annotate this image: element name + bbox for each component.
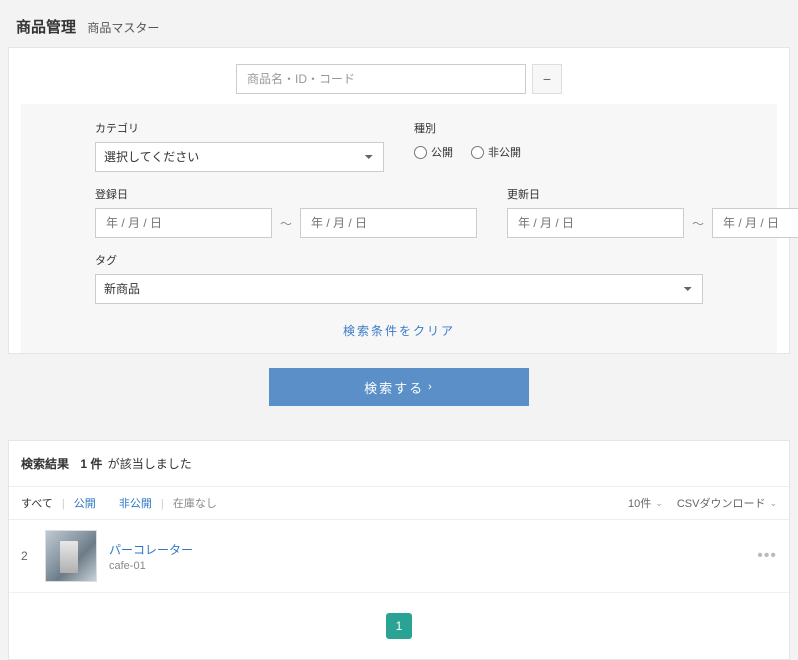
search-button[interactable]: 検索する › [269, 368, 529, 406]
chevron-right-icon: › [428, 381, 434, 393]
results-suffix: が該当しました [108, 457, 192, 471]
reg-date-to[interactable] [300, 208, 477, 238]
tag-select[interactable]: 新商品 [95, 274, 703, 304]
filter-tabs: すべて | 公開 非公開 | 在庫なし [21, 495, 217, 511]
type-public-radio[interactable]: 公開 [414, 144, 453, 160]
more-actions-icon[interactable]: ••• [757, 547, 777, 565]
clear-conditions-link[interactable]: 検索条件をクリア [343, 324, 455, 338]
upd-date-to[interactable] [712, 208, 798, 238]
results-subheader: すべて | 公開 非公開 | 在庫なし 10件 ⌄ CSVダウンロード ⌄ [9, 487, 789, 520]
category-label: カテゴリ [95, 120, 384, 136]
csv-download-dropdown[interactable]: CSVダウンロード ⌄ [677, 495, 777, 511]
page-current[interactable]: 1 [386, 613, 412, 639]
type-label: 種別 [414, 120, 703, 136]
results-header: 検索結果 1 件 が該当しました [9, 441, 789, 487]
minus-icon: − [543, 71, 551, 87]
filter-public[interactable]: 公開 [74, 498, 96, 510]
filter-private[interactable]: 非公開 [119, 498, 152, 510]
advanced-search: カテゴリ 選択してください 種別 公開 非公開 登録日 〜 [21, 104, 777, 353]
per-page-dropdown[interactable]: 10件 ⌄ [628, 495, 663, 511]
date-separator: 〜 [692, 215, 704, 232]
reg-date-label: 登録日 [95, 186, 477, 202]
upd-date-label: 更新日 [507, 186, 798, 202]
chevron-down-icon: ⌄ [769, 498, 777, 509]
filter-nostock[interactable]: 在庫なし [173, 498, 217, 510]
search-top: − [9, 48, 789, 94]
collapse-button[interactable]: − [532, 64, 562, 94]
pagination: 1 [9, 593, 789, 659]
upd-date-from[interactable] [507, 208, 684, 238]
search-input[interactable] [236, 64, 526, 94]
filter-all[interactable]: すべて [21, 498, 53, 510]
page-header: 商品管理 商品マスター [0, 0, 798, 47]
tag-label: タグ [95, 252, 703, 268]
item-code: cafe-01 [109, 560, 193, 572]
page-subtitle: 商品マスター [87, 21, 159, 35]
item-thumbnail [45, 530, 97, 582]
chevron-down-icon: ⌄ [655, 498, 663, 509]
results-title: 検索結果 [21, 457, 69, 471]
reg-date-from[interactable] [95, 208, 272, 238]
list-item[interactable]: 2 パーコレーター cafe-01 ••• [9, 520, 789, 593]
search-panel: − カテゴリ 選択してください 種別 公開 非公開 登録日 [8, 47, 790, 354]
item-name-link[interactable]: パーコレーター [109, 541, 193, 558]
results-panel: 検索結果 1 件 が該当しました すべて | 公開 非公開 | 在庫なし 10件… [8, 440, 790, 660]
results-count: 1 件 [80, 457, 102, 471]
item-index: 2 [21, 549, 35, 563]
category-select[interactable]: 選択してください [95, 142, 384, 172]
page-title: 商品管理 [16, 16, 76, 37]
date-separator: 〜 [280, 215, 292, 232]
type-private-radio[interactable]: 非公開 [471, 144, 521, 160]
